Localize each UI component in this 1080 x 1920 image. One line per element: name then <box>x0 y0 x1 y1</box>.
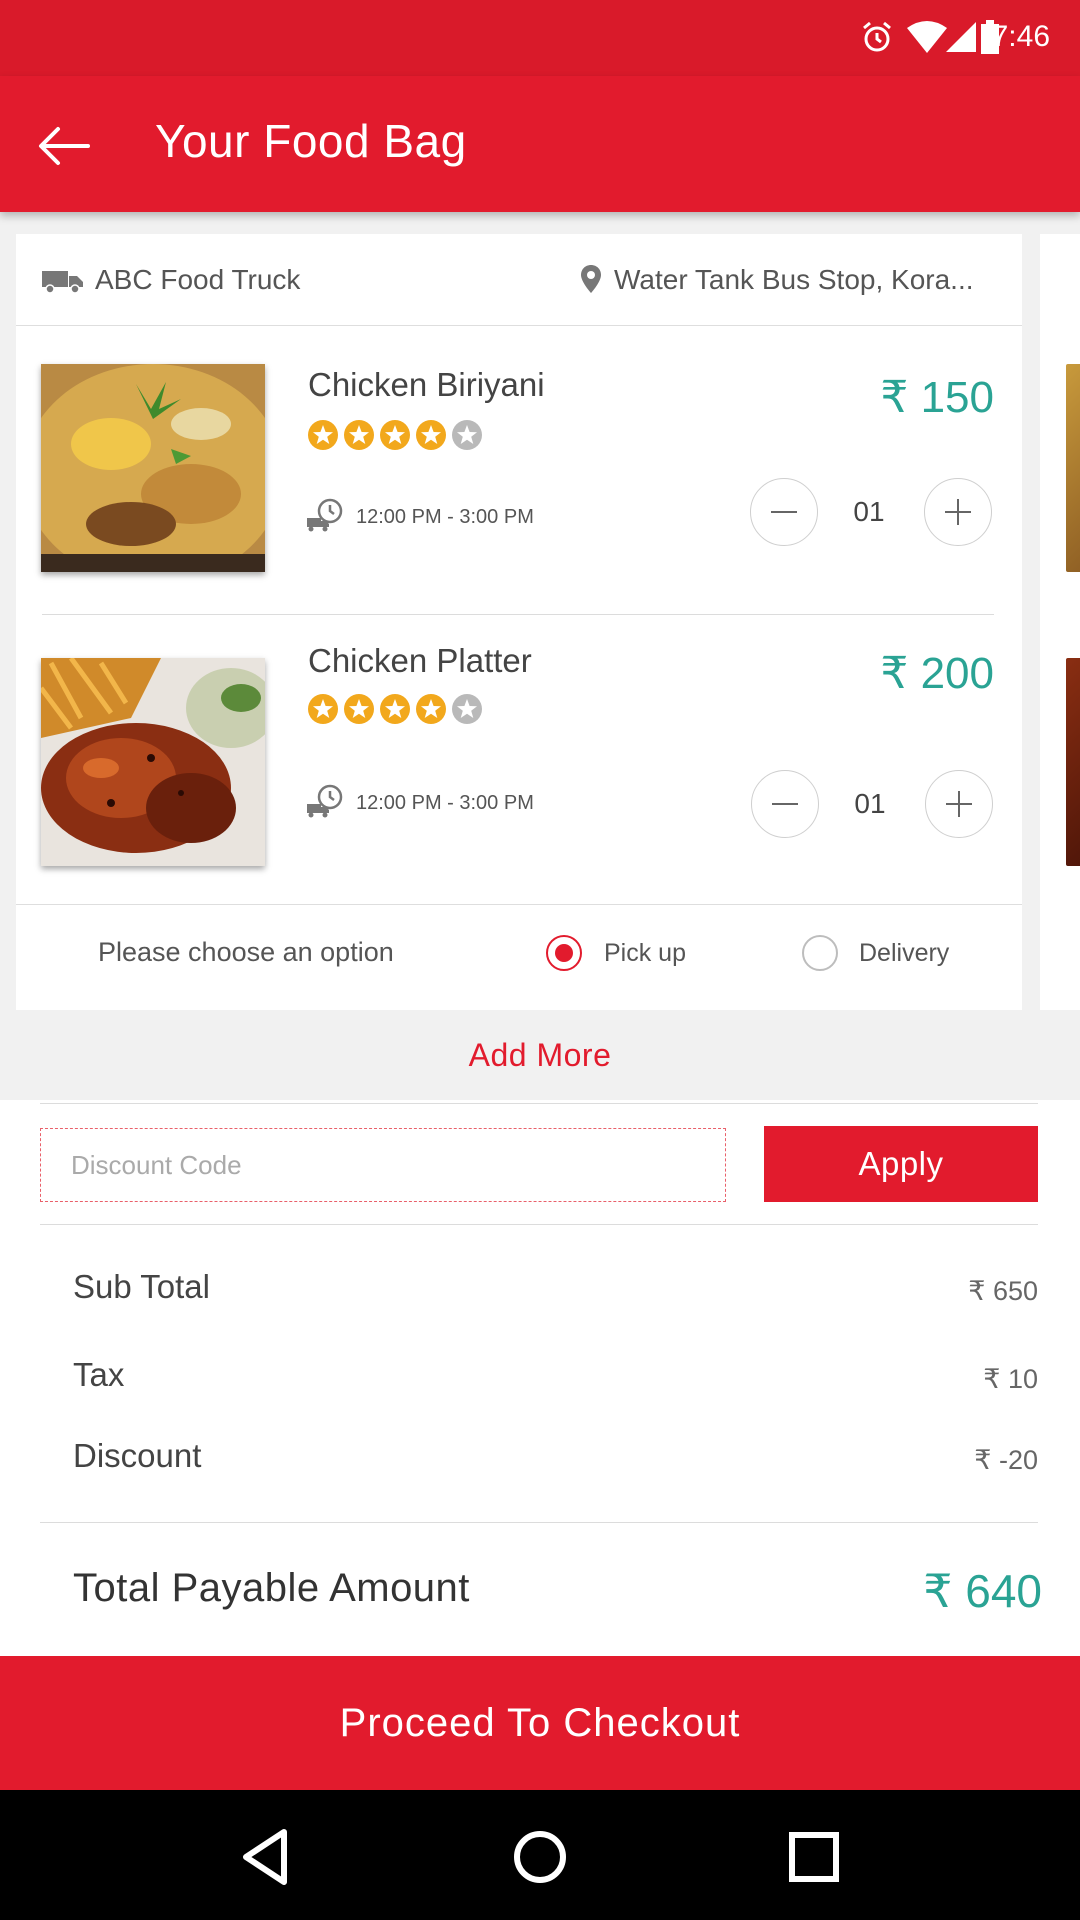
decrease-quantity-button[interactable] <box>750 478 818 546</box>
decrease-quantity-button[interactable] <box>751 770 819 838</box>
peek-food-image <box>1066 364 1080 572</box>
nav-recents-icon[interactable] <box>781 1824 847 1890</box>
alarm-icon <box>863 21 891 52</box>
fulfilment-options: Please choose an option Pick up Delivery <box>16 904 1022 1010</box>
add-more-button[interactable]: Add More <box>0 1020 1080 1090</box>
food-image-platter <box>41 658 265 866</box>
discount-label: Discount <box>73 1437 202 1474</box>
total-value: ₹ 640 <box>923 1565 1042 1617</box>
item-price: ₹ 200 <box>880 649 994 698</box>
tax-label: Tax <box>73 1356 125 1393</box>
apply-button[interactable]: Apply <box>764 1126 1038 1202</box>
status-bar: 7:46 <box>0 0 1080 76</box>
pickup-label[interactable]: Pick up <box>604 939 686 968</box>
next-cart-card[interactable] <box>1040 234 1080 1010</box>
discount-code-input[interactable] <box>40 1128 726 1202</box>
cart-card: ABC Food Truck Water Tank Bus Stop, Kora… <box>16 234 1022 1010</box>
divider <box>40 1522 1038 1523</box>
rating-stars <box>308 694 482 724</box>
wifi-icon <box>907 21 947 53</box>
subtotal-label: Sub Total <box>73 1268 210 1305</box>
food-image-biriyani <box>41 364 265 572</box>
app-bar: Your Food Bag <box>0 76 1080 212</box>
star-icon <box>416 694 446 724</box>
arrow-left-icon[interactable] <box>34 116 94 176</box>
star-icon <box>380 420 410 450</box>
truck-icon <box>42 271 83 294</box>
nav-home-icon[interactable] <box>507 1824 573 1890</box>
quantity-value: 01 <box>854 788 886 819</box>
quantity-value: 01 <box>853 496 885 527</box>
cart-item: Chicken Biriyani ₹ 150 12:00 PM - 3:00 P… <box>16 334 1022 574</box>
delivery-time-icon <box>307 498 343 532</box>
tax-value: ₹ 10 <box>983 1364 1038 1394</box>
subtotal-row: Sub Total ₹ 650 <box>0 1268 1080 1328</box>
increase-quantity-button[interactable] <box>924 478 992 546</box>
system-nav-bar <box>0 1790 1080 1920</box>
vendor-location: Water Tank Bus Stop, Kora... <box>614 264 974 295</box>
item-divider <box>42 614 994 615</box>
rating-stars <box>308 420 482 450</box>
delivery-time: 12:00 PM - 3:00 PM <box>356 792 534 814</box>
star-icon <box>380 694 410 724</box>
cart-item: Chicken Platter ₹ 200 12:00 PM - 3:00 PM… <box>16 624 1022 866</box>
item-name: Chicken Biriyani <box>308 366 545 403</box>
star-icon <box>344 420 374 450</box>
vendor-name: ABC Food Truck <box>95 264 301 295</box>
signal-icon <box>946 22 976 52</box>
delivery-time: 12:00 PM - 3:00 PM <box>356 506 534 528</box>
delivery-radio[interactable] <box>802 935 838 971</box>
discount-value: ₹ -20 <box>974 1445 1038 1475</box>
divider <box>40 1224 1038 1225</box>
item-price: ₹ 150 <box>880 373 994 422</box>
star-empty-icon <box>452 694 482 724</box>
star-empty-icon <box>452 420 482 450</box>
item-name: Chicken Platter <box>308 642 532 679</box>
star-icon <box>416 420 446 450</box>
subtotal-value: ₹ 650 <box>968 1276 1038 1306</box>
increase-quantity-button[interactable] <box>925 770 993 838</box>
star-icon <box>308 694 338 724</box>
star-icon <box>344 694 374 724</box>
divider <box>40 1103 1038 1104</box>
location-pin-icon <box>581 265 601 293</box>
delivery-label[interactable]: Delivery <box>859 939 949 968</box>
peek-food-image <box>1066 658 1080 866</box>
star-icon <box>308 420 338 450</box>
discount-row: Discount ₹ -20 <box>0 1437 1080 1497</box>
vendor-header: ABC Food Truck Water Tank Bus Stop, Kora… <box>16 234 1022 326</box>
option-prompt: Please choose an option <box>98 937 394 967</box>
nav-back-icon[interactable] <box>234 1824 300 1890</box>
tax-row: Tax ₹ 10 <box>0 1356 1080 1416</box>
page-title: Your Food Bag <box>155 115 467 167</box>
total-label: Total Payable Amount <box>73 1566 470 1610</box>
status-time: 7:46 <box>991 20 1050 53</box>
checkout-button[interactable]: Proceed To Checkout <box>0 1656 1080 1790</box>
delivery-time-icon <box>307 784 343 818</box>
pickup-radio[interactable] <box>546 935 582 971</box>
